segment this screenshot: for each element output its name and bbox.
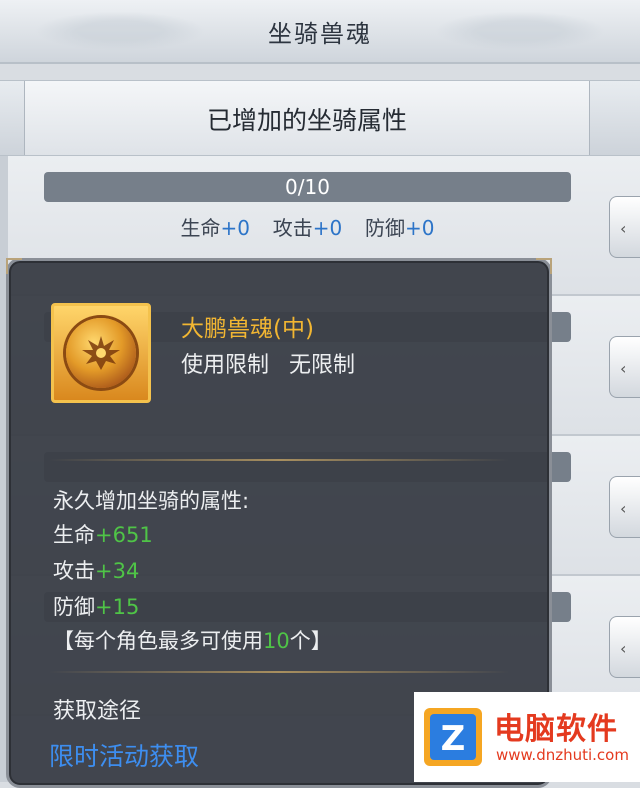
- tab-left-edge[interactable]: [0, 81, 25, 155]
- divider: [49, 671, 509, 673]
- stat-label: 攻击: [272, 216, 313, 240]
- use-limit-note: 【每个角色最多可使用10个】: [53, 625, 332, 655]
- chevron-left-icon: ‹: [620, 219, 627, 238]
- phoenix-emblem-icon: [66, 318, 136, 388]
- progress-bar: 0/10: [44, 172, 571, 202]
- item-name: 大鹏兽魂(中): [181, 316, 314, 342]
- tooltip-corner: [536, 258, 552, 274]
- window-title: 坐骑兽魂: [268, 20, 372, 48]
- watermark-url: www.dnzhuti.com: [496, 746, 629, 764]
- tooltip-corner: [6, 258, 22, 274]
- title-bar: 坐骑兽魂: [0, 0, 640, 64]
- attr-hp: 生命+651: [53, 519, 153, 549]
- watermark-logo-icon: Z: [422, 706, 484, 768]
- use-button[interactable]: ‹: [609, 336, 640, 398]
- tab-added-attributes[interactable]: 已增加的坐骑属性: [30, 101, 584, 137]
- svg-text:Z: Z: [441, 719, 466, 759]
- attr-value: +34: [95, 559, 140, 583]
- limit-number: 10: [263, 629, 290, 653]
- stat-label: 防御: [364, 216, 405, 240]
- usage-limit: 使用限制 无限制: [181, 347, 355, 379]
- use-button[interactable]: ‹: [609, 196, 640, 258]
- attr-value: +651: [95, 523, 153, 547]
- attr-defense: 防御+15: [53, 591, 139, 621]
- chevron-left-icon: ‹: [620, 639, 627, 658]
- row-stats: 生命+0 攻击+0 防御+0: [44, 212, 571, 241]
- attr-value: +15: [95, 595, 140, 619]
- tab-right-edge[interactable]: [589, 81, 640, 155]
- stat-value: +0: [220, 216, 251, 240]
- stat-label: 生命: [180, 216, 221, 240]
- attr-attack: 攻击+34: [53, 555, 139, 585]
- use-button[interactable]: ‹: [609, 476, 640, 538]
- use-button[interactable]: ‹: [609, 616, 640, 678]
- item-icon-frame: [51, 303, 151, 403]
- watermark: Z 电脑软件 www.dnzhuti.com: [414, 692, 640, 782]
- stat-value: +0: [404, 216, 435, 240]
- chevron-left-icon: ‹: [620, 359, 627, 378]
- attr-label: 攻击: [53, 559, 95, 583]
- usage-label: 使用限制: [181, 353, 270, 378]
- source-title: 获取途径: [53, 699, 142, 724]
- attr-title: 永久增加坐骑的属性:: [53, 489, 250, 513]
- usage-value: 无限制: [289, 353, 356, 378]
- divider: [49, 459, 509, 461]
- watermark-brand: 电脑软件: [494, 712, 618, 747]
- limit-suffix: 个】: [289, 629, 332, 653]
- tab-row: 已增加的坐骑属性: [0, 80, 640, 156]
- stat-value: +0: [312, 216, 343, 240]
- chevron-left-icon: ‹: [620, 499, 627, 518]
- attr-label: 生命: [53, 523, 95, 547]
- limit-prefix: 【每个角色最多可使用: [53, 629, 263, 653]
- source-link[interactable]: 限时活动获取: [49, 737, 199, 773]
- attr-label: 防御: [53, 595, 95, 619]
